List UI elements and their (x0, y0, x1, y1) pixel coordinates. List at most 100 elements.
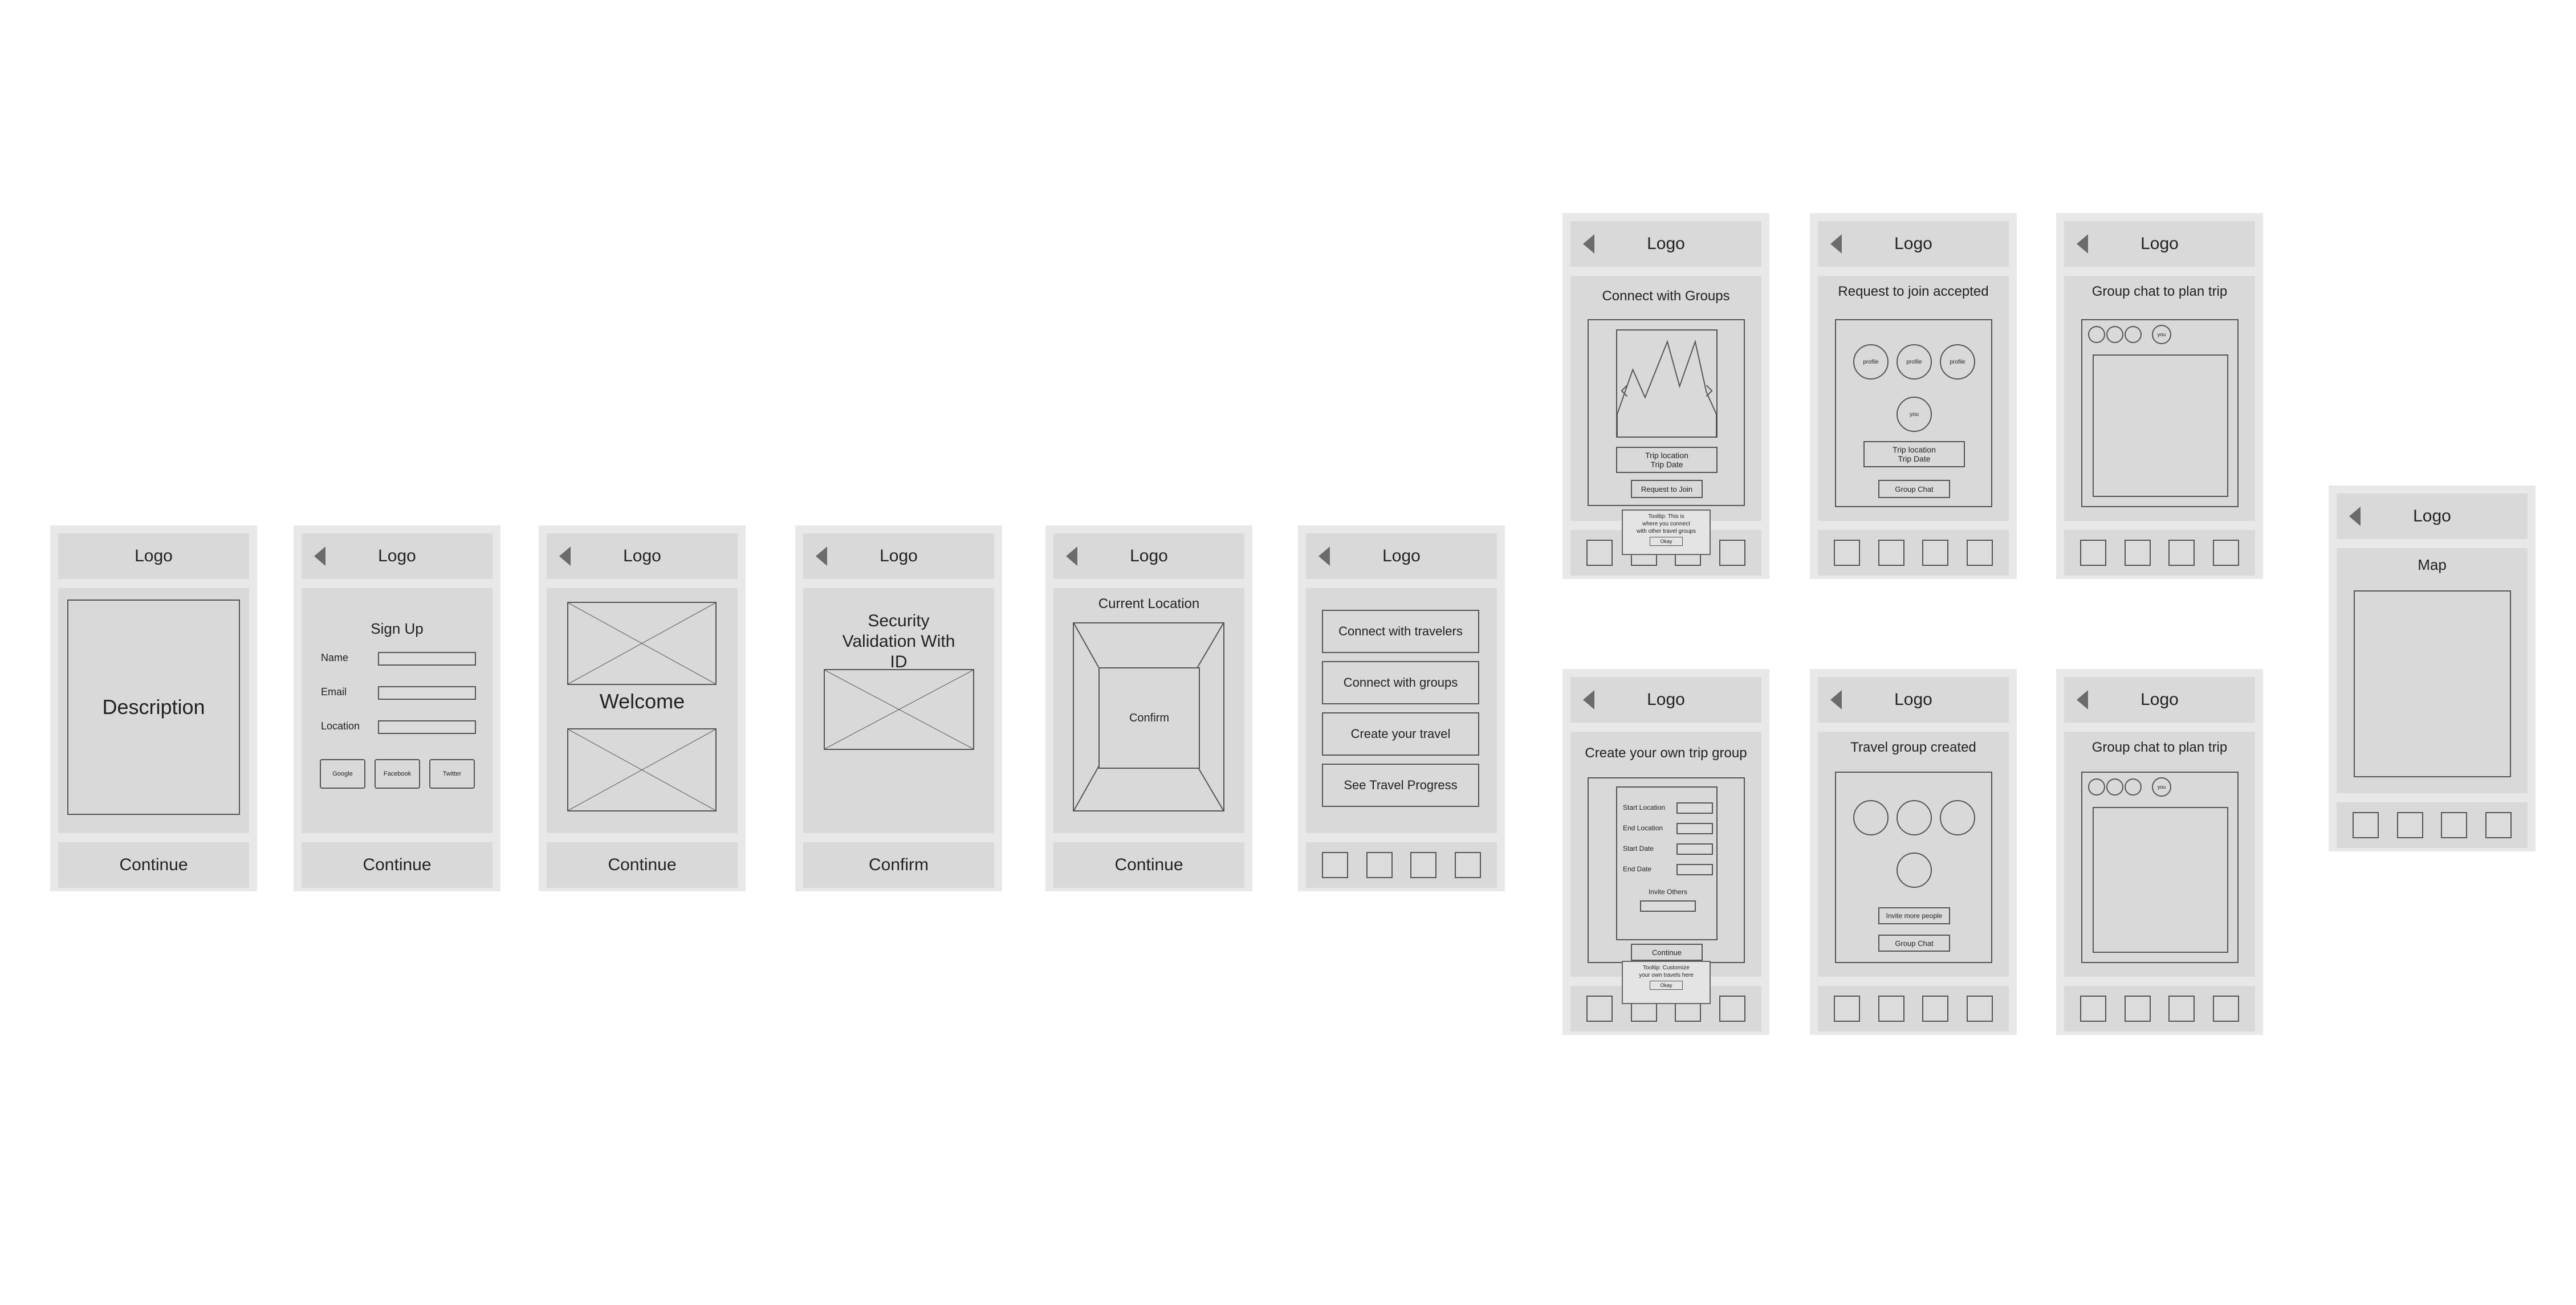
nav-tab[interactable] (1321, 852, 1348, 878)
nav-tab[interactable] (2396, 812, 2423, 838)
google-button[interactable]: Google (320, 759, 365, 789)
screen-request-accepted: Logo Request to join accepted profile pr… (1810, 213, 2017, 579)
continue-button[interactable]: Continue (1053, 842, 1244, 888)
chat-window[interactable] (2093, 354, 2228, 497)
back-arrow-icon[interactable] (2077, 690, 2088, 709)
menu-create-travel[interactable]: Create your travel (1322, 712, 1479, 756)
request-join-button[interactable]: Request to Join (1631, 480, 1703, 498)
start-location-field[interactable] (1676, 802, 1713, 814)
nav-tab[interactable] (2079, 996, 2106, 1022)
nav-tab[interactable] (1967, 540, 1993, 566)
end-date-field[interactable] (1676, 864, 1713, 875)
nav-tab[interactable] (2079, 540, 2106, 566)
chat-window[interactable] (2093, 807, 2228, 953)
back-arrow-icon[interactable] (2349, 507, 2361, 526)
nav-tab[interactable] (2124, 996, 2151, 1022)
back-arrow-icon[interactable] (1830, 690, 1842, 709)
content-panel: Connect with Groups Trip location Trip D… (1570, 276, 1761, 521)
nav-tab[interactable] (1967, 996, 1993, 1022)
id-image-placeholder (824, 669, 974, 750)
nav-tab[interactable] (2213, 540, 2240, 566)
content-panel: Welcome (547, 588, 738, 833)
back-arrow-icon[interactable] (1066, 547, 1077, 566)
bottom-nav (2064, 530, 2255, 576)
nav-tab[interactable] (1586, 540, 1613, 566)
nav-tab[interactable] (1878, 540, 1904, 566)
nav-tab[interactable] (1922, 540, 1949, 566)
nav-tab[interactable] (1878, 996, 1904, 1022)
menu-connect-travelers[interactable]: Connect with travelers (1322, 610, 1479, 653)
name-field[interactable] (378, 652, 476, 666)
logo: Logo (1894, 690, 1932, 709)
nav-tab[interactable] (1719, 996, 1746, 1022)
location-field[interactable] (378, 720, 476, 734)
nav-tab[interactable] (1922, 996, 1949, 1022)
nav-tab[interactable] (2485, 812, 2512, 838)
confirm-target-label: Confirm (1129, 711, 1169, 724)
nav-tab[interactable] (1455, 852, 1482, 878)
confirm-button[interactable]: Confirm (803, 842, 994, 888)
back-arrow-icon[interactable] (2077, 234, 2088, 254)
screen-menu: Logo Connect with travelers Connect with… (1298, 525, 1505, 891)
back-arrow-icon[interactable] (1318, 547, 1330, 566)
nav-tab[interactable] (2213, 996, 2240, 1022)
start-date-field[interactable] (1676, 843, 1713, 855)
facebook-button[interactable]: Facebook (375, 759, 420, 789)
menu-connect-groups[interactable]: Connect with groups (1322, 661, 1479, 704)
back-arrow-icon[interactable] (1583, 690, 1594, 709)
create-group-title: Create your own trip group (1585, 745, 1747, 761)
end-location-field[interactable] (1676, 823, 1713, 834)
member-avatar (1853, 800, 1889, 835)
nav-tab[interactable] (1833, 996, 1860, 1022)
back-arrow-icon[interactable] (314, 547, 325, 566)
header: Logo (1570, 677, 1761, 723)
tooltip-okay-button[interactable]: Okay (1650, 537, 1683, 546)
map-view[interactable] (2354, 590, 2511, 777)
back-arrow-icon[interactable] (559, 547, 571, 566)
invite-others-label: Invite Others (1648, 888, 1688, 896)
description-box: Description (67, 600, 240, 815)
logo: Logo (1647, 234, 1685, 253)
nav-tab[interactable] (1833, 540, 1860, 566)
screen-location: Logo Current Location Confirm Continue (1045, 525, 1252, 891)
nav-tab[interactable] (2441, 812, 2468, 838)
back-arrow-icon[interactable] (816, 547, 827, 566)
header: Logo (2064, 221, 2255, 267)
twitter-button[interactable]: Twitter (429, 759, 475, 789)
chat-title: Group chat to plan trip (2091, 284, 2228, 299)
nav-tab[interactable] (1586, 996, 1613, 1022)
content-panel: Sign Up Name Email Location Google Faceb… (302, 588, 493, 833)
email-field[interactable] (378, 686, 476, 700)
nav-tab[interactable] (1410, 852, 1437, 878)
avatar-label: you (2157, 784, 2166, 790)
continue-button[interactable]: Continue (1631, 944, 1703, 961)
nav-tab[interactable] (2352, 812, 2379, 838)
tooltip-okay-button[interactable]: Okay (1650, 981, 1683, 990)
group-chat-button[interactable]: Group Chat (1878, 480, 1950, 498)
chat-title: Group chat to plan trip (2091, 740, 2228, 755)
logo: Logo (1130, 547, 1168, 565)
nav-tab[interactable] (2168, 540, 2195, 566)
camera-frame: Confirm (1073, 622, 1224, 811)
continue-button[interactable]: Continue (58, 842, 249, 888)
content-panel: Request to join accepted profile profile… (1818, 276, 2009, 521)
back-arrow-icon[interactable] (1583, 234, 1594, 254)
group-chat-button[interactable]: Group Chat (1878, 935, 1950, 952)
confirm-target[interactable]: Confirm (1098, 667, 1200, 769)
header: Logo (1306, 533, 1497, 579)
nav-tab[interactable] (1719, 540, 1746, 566)
menu-travel-progress[interactable]: See Travel Progress (1322, 764, 1479, 807)
header: Logo (2337, 494, 2528, 539)
nav-tab[interactable] (2124, 540, 2151, 566)
group-card: profile profile profile you Trip locatio… (1835, 319, 1992, 507)
invite-others-field[interactable] (1640, 900, 1696, 912)
profile-avatar: profile (1897, 344, 1932, 380)
nav-tab[interactable] (2168, 996, 2195, 1022)
continue-button[interactable]: Continue (302, 842, 493, 888)
back-arrow-icon[interactable] (1830, 234, 1842, 254)
continue-button[interactable]: Continue (547, 842, 738, 888)
invite-more-button[interactable]: Invite more people (1878, 907, 1950, 924)
signup-title: Sign Up (371, 620, 424, 637)
nav-tab[interactable] (1366, 852, 1393, 878)
bottom-nav (2337, 802, 2528, 848)
